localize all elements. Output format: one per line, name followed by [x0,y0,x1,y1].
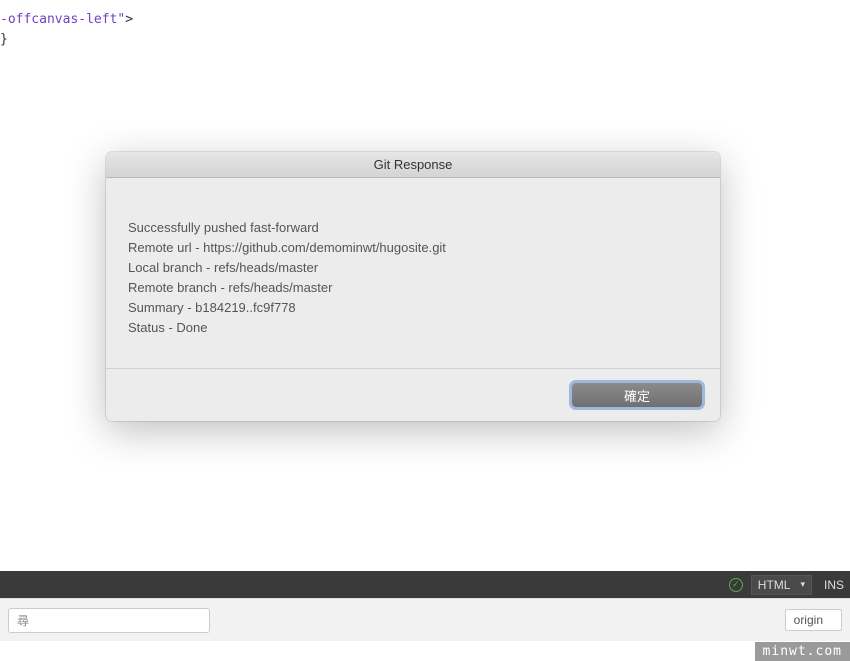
search-input[interactable]: 尋 [8,608,210,633]
language-label: HTML [758,578,791,592]
bottom-toolbar: 尋 origin [0,598,850,641]
dialog-message-line: Remote branch - refs/heads/master [128,278,698,298]
remote-selector[interactable]: origin [785,609,842,631]
dialog-message-line: Successfully pushed fast-forward [128,218,698,238]
watermark: minwt.com [755,642,850,661]
dialog-message-line: Status - Done [128,318,698,338]
search-placeholder: 尋 [17,612,29,629]
dialog-title: Git Response [106,152,720,178]
dialog-message-line: Summary - b184219..fc9f778 [128,298,698,318]
code-brace: } [0,30,133,50]
git-response-dialog: Git Response Successfully pushed fast-fo… [106,152,720,421]
code-punctuation: > [125,12,133,27]
code-editor-background: -offcanvas-left"> } [0,0,133,60]
dialog-message-line: Remote url - https://github.com/demominw… [128,238,698,258]
check-icon: ✓ [729,578,743,592]
insert-mode-indicator: INS [824,578,844,592]
status-bar: ✓ HTML ▾ INS [0,571,850,598]
chevron-down-icon: ▾ [800,579,805,590]
ok-button[interactable]: 確定 [572,383,702,407]
dialog-footer: 確定 [106,368,720,421]
dialog-body: Successfully pushed fast-forward Remote … [106,178,720,368]
code-attribute: -offcanvas-left" [0,12,125,27]
remote-label: origin [794,613,823,627]
dialog-message-line: Local branch - refs/heads/master [128,258,698,278]
language-selector[interactable]: HTML ▾ [751,575,812,595]
